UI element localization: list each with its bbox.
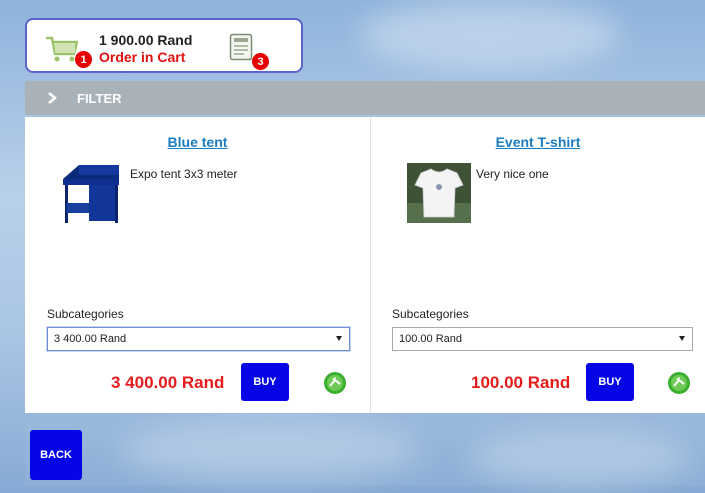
product-list: Blue tent Expo tent 3x3 meter Subcategor…	[25, 117, 705, 413]
share-icon[interactable]	[667, 371, 691, 395]
cart-count-badge: 1	[75, 51, 92, 68]
subcategories-label: Subcategories	[47, 307, 124, 321]
product-card: Event T-shirt Very nice one Subcategorie…	[370, 117, 705, 413]
product-description: Very nice one	[476, 167, 549, 181]
dropdown-arrow-icon	[336, 336, 342, 341]
cart-status: Order in Cart	[99, 49, 186, 65]
cart-total: 1 900.00 Rand	[99, 32, 193, 48]
product-title-link[interactable]: Event T-shirt	[371, 134, 705, 150]
orders-count-badge: 3	[252, 53, 269, 70]
buy-button[interactable]: BUY	[241, 363, 289, 401]
back-button[interactable]: BACK	[30, 430, 82, 480]
subcategory-selected-value: 100.00 Rand	[399, 333, 462, 345]
product-description: Expo tent 3x3 meter	[130, 167, 238, 181]
product-title-link[interactable]: Blue tent	[25, 134, 370, 150]
subcategory-selected-value: 3 400.00 Rand	[54, 333, 127, 345]
footer-bar	[25, 418, 705, 486]
filter-toggle[interactable]: FILTER	[25, 81, 705, 115]
blue-tent-image[interactable]	[59, 163, 123, 225]
share-icon[interactable]	[323, 371, 347, 395]
product-price: 100.00 Rand	[471, 373, 571, 392]
order-list-icon[interactable]	[229, 33, 253, 61]
subcategory-select[interactable]: 3 400.00 Rand	[47, 327, 350, 351]
buy-button[interactable]: BUY	[586, 363, 634, 401]
product-price: 3 400.00 Rand	[111, 373, 225, 392]
chevron-right-icon	[48, 92, 57, 104]
cloud-decoration	[360, 0, 620, 70]
dropdown-arrow-icon	[679, 336, 685, 341]
cart-summary[interactable]: 1 1 900.00 Rand Order in Cart 3	[25, 18, 303, 73]
white-tshirt-image[interactable]	[407, 163, 471, 223]
subcategories-label: Subcategories	[392, 307, 469, 321]
filter-label: FILTER	[77, 90, 122, 106]
subcategory-select[interactable]: 100.00 Rand	[392, 327, 693, 351]
product-card: Blue tent Expo tent 3x3 meter Subcategor…	[25, 117, 370, 413]
shopping-cart-icon	[46, 36, 79, 62]
